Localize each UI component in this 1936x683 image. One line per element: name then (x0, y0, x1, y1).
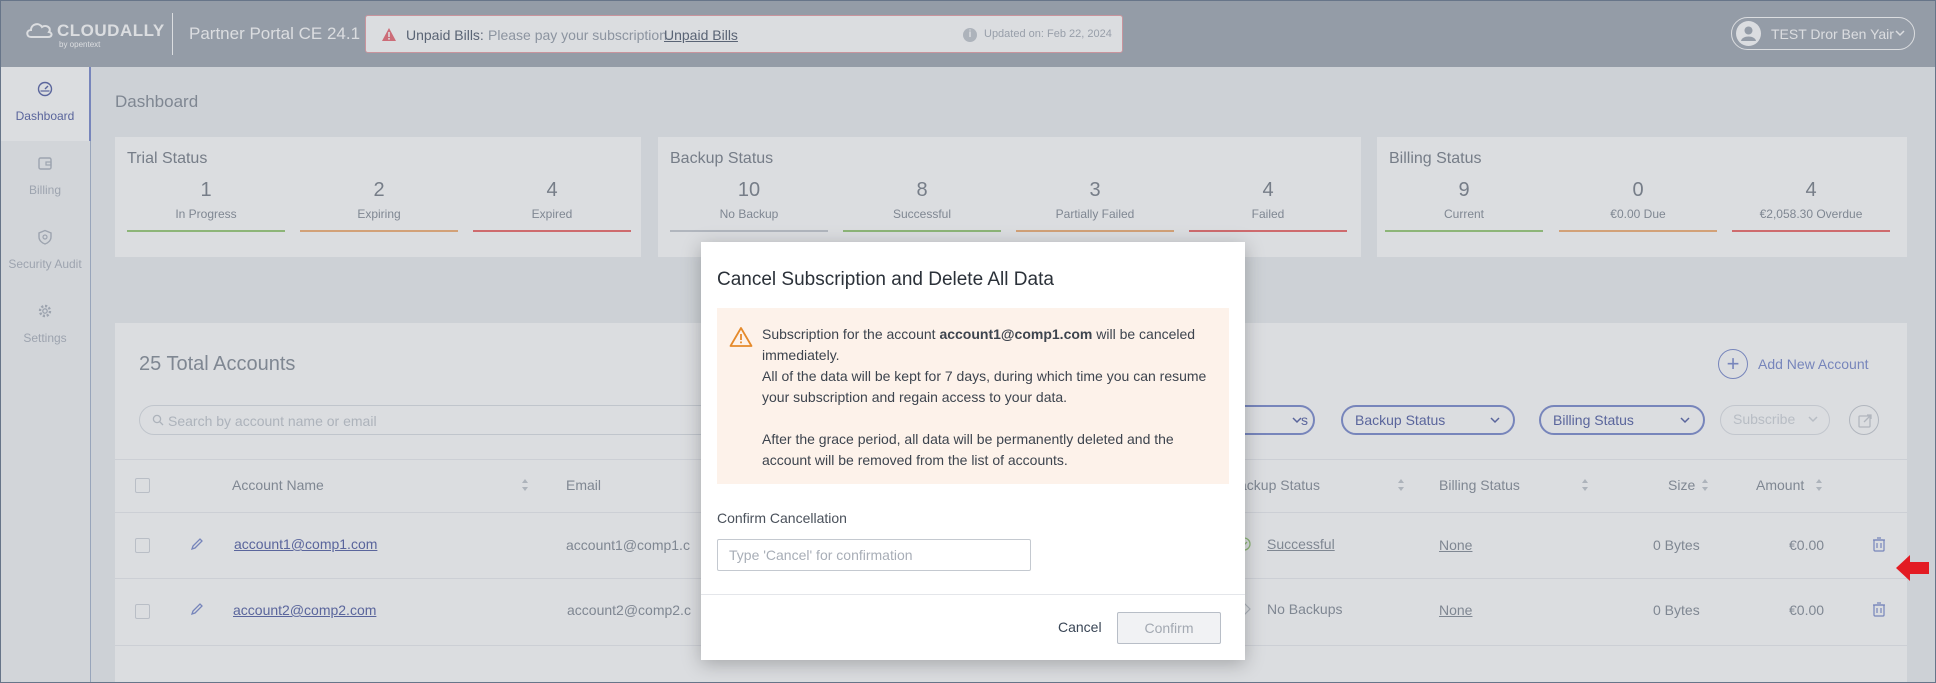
warning-icon (729, 327, 753, 347)
warning-account: account1@comp1.com (939, 326, 1093, 342)
red-arrow-annotation-icon (1896, 555, 1929, 581)
confirm-cancellation-input[interactable] (717, 539, 1031, 571)
warning-prefix: Subscription for the account (762, 326, 940, 342)
warning-text: Subscription for the account account1@co… (762, 324, 1212, 471)
cancel-button[interactable]: Cancel (1058, 619, 1102, 635)
confirm-button[interactable]: Confirm (1117, 612, 1221, 644)
cancel-subscription-modal: Cancel Subscription and Delete All Data … (701, 242, 1245, 660)
warning-deletion: After the grace period, all data will be… (762, 431, 1174, 468)
warning-box: Subscription for the account account1@co… (717, 308, 1229, 484)
warning-retention: All of the data will be kept for 7 days,… (762, 368, 1207, 405)
modal-divider (701, 594, 1245, 595)
modal-title: Cancel Subscription and Delete All Data (717, 269, 1054, 290)
confirm-cancellation-label: Confirm Cancellation (717, 510, 847, 526)
